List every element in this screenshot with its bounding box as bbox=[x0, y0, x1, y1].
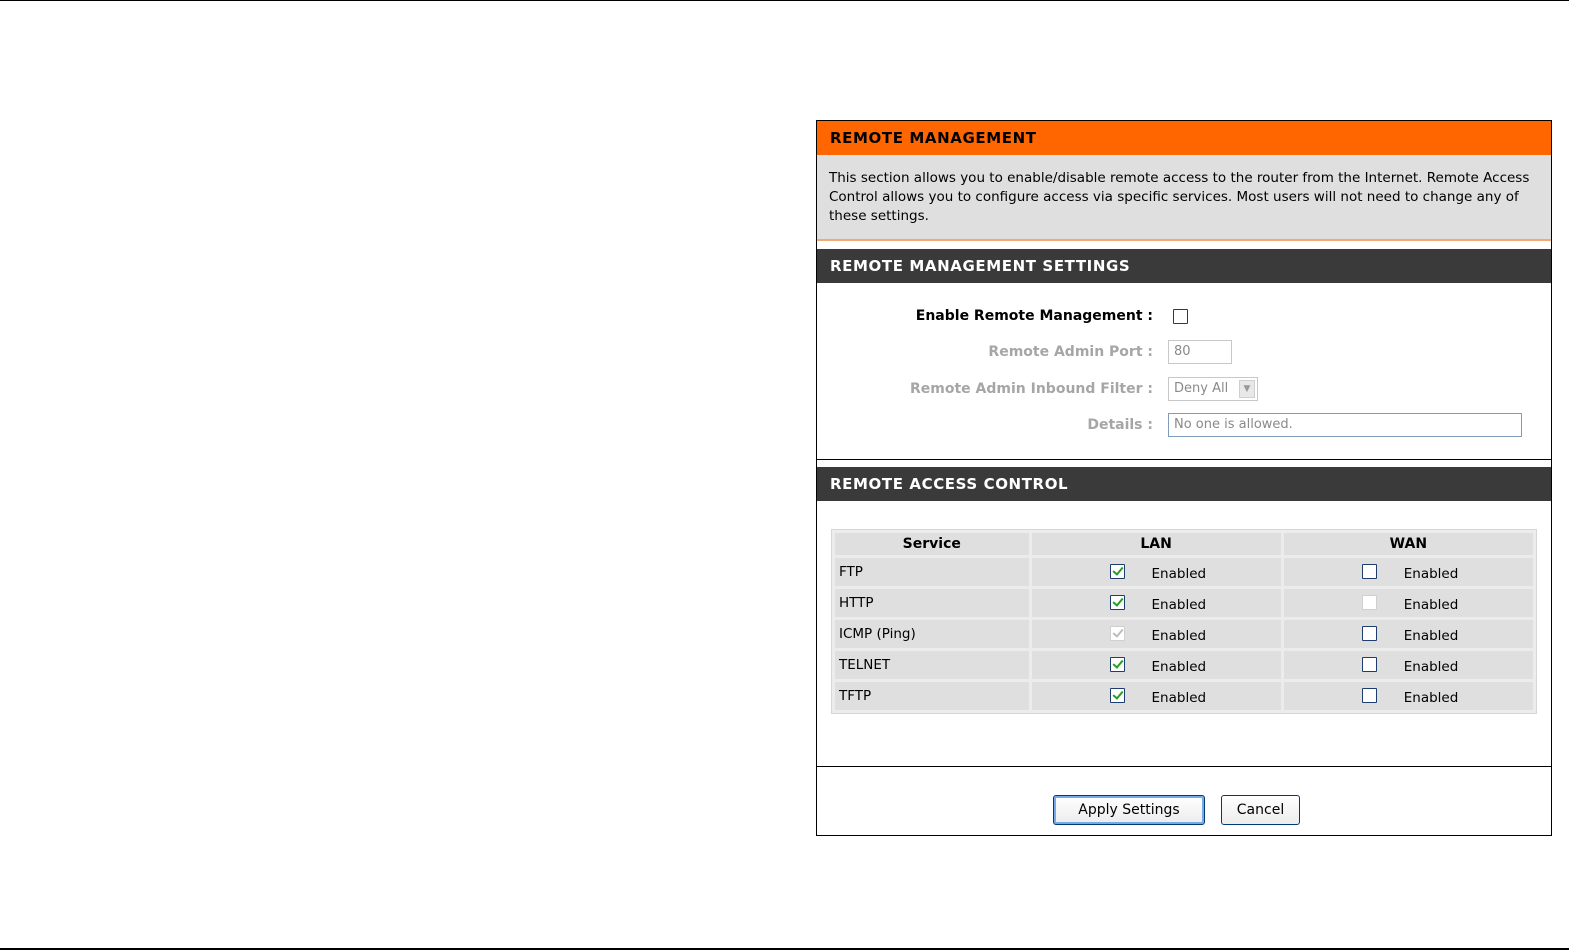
wan-enabled-label: Enabled bbox=[1403, 597, 1459, 613]
service-name: ICMP (Ping) bbox=[835, 620, 1029, 648]
apply-settings-button[interactable]: Apply Settings bbox=[1053, 795, 1205, 825]
remote-management-title: REMOTE MANAGEMENT bbox=[817, 121, 1551, 155]
service-name: TFTP bbox=[835, 682, 1029, 710]
remote-management-settings-body: Enable Remote Management : Remote Admin … bbox=[817, 285, 1551, 459]
remote-management-settings-title: REMOTE MANAGEMENT SETTINGS bbox=[817, 249, 1551, 283]
wan-enabled-label: Enabled bbox=[1403, 690, 1459, 706]
wan-enabled-checkbox[interactable] bbox=[1361, 564, 1377, 579]
table-header-row: Service LAN WAN bbox=[835, 533, 1533, 555]
details-field: No one is allowed. bbox=[1168, 413, 1522, 437]
service-name: FTP bbox=[835, 558, 1029, 586]
table-row: TELNET Enabled Enabled bbox=[835, 651, 1533, 679]
enable-remote-management-row: Enable Remote Management : bbox=[817, 303, 1551, 329]
cancel-button[interactable]: Cancel bbox=[1221, 795, 1300, 825]
wan-cell: Enabled bbox=[1283, 620, 1533, 648]
wan-enabled-label: Enabled bbox=[1403, 659, 1459, 675]
remote-management-panel: REMOTE MANAGEMENT This section allows yo… bbox=[816, 120, 1552, 836]
wan-enabled-checkbox[interactable] bbox=[1361, 657, 1377, 672]
lan-cell: Enabled bbox=[1031, 682, 1281, 710]
lan-cell: Enabled bbox=[1031, 651, 1281, 679]
inbound-filter-selected-value: Deny All bbox=[1174, 381, 1229, 396]
lan-enabled-label: Enabled bbox=[1151, 597, 1207, 613]
service-name: HTTP bbox=[835, 589, 1029, 617]
remote-admin-inbound-filter-row: Remote Admin Inbound Filter : Deny All ▼ bbox=[817, 376, 1551, 402]
remote-management-description: This section allows you to enable/disabl… bbox=[817, 155, 1551, 241]
remote-access-control-title: REMOTE ACCESS CONTROL bbox=[817, 467, 1551, 501]
wan-column-header: WAN bbox=[1283, 533, 1533, 555]
wan-enabled-checkbox[interactable] bbox=[1361, 626, 1377, 641]
lan-cell: Enabled bbox=[1031, 620, 1281, 648]
lan-enabled-label: Enabled bbox=[1151, 628, 1207, 644]
lan-enabled-checkbox bbox=[1109, 626, 1125, 641]
lan-cell: Enabled bbox=[1031, 558, 1281, 586]
table-row: FTP Enabled Enabled bbox=[835, 558, 1533, 586]
settings-separator bbox=[817, 459, 1551, 460]
chevron-down-icon[interactable]: ▼ bbox=[1239, 380, 1255, 398]
wan-enabled-label: Enabled bbox=[1403, 566, 1459, 582]
table-row: HTTP Enabled Enabled bbox=[835, 589, 1533, 617]
lan-enabled-label: Enabled bbox=[1151, 690, 1207, 706]
enable-remote-management-checkbox[interactable] bbox=[1173, 309, 1188, 324]
lan-enabled-checkbox[interactable] bbox=[1109, 688, 1125, 703]
remote-admin-inbound-filter-select[interactable]: Deny All ▼ bbox=[1168, 377, 1258, 401]
lan-enabled-checkbox[interactable] bbox=[1109, 564, 1125, 579]
enable-remote-management-label: Enable Remote Management : bbox=[915, 308, 1153, 324]
lan-enabled-label: Enabled bbox=[1151, 659, 1207, 675]
service-column-header: Service bbox=[835, 533, 1029, 555]
lan-column-header: LAN bbox=[1031, 533, 1281, 555]
bottom-rule bbox=[0, 948, 1569, 950]
remote-admin-port-label: Remote Admin Port : bbox=[988, 344, 1153, 360]
lan-enabled-checkbox[interactable] bbox=[1109, 657, 1125, 672]
wan-enabled-checkbox[interactable] bbox=[1361, 688, 1377, 703]
remote-access-control-table: Service LAN WAN FTP Enabled Enabled HTTP Ena… bbox=[831, 529, 1537, 714]
table-separator bbox=[817, 766, 1551, 767]
service-name: TELNET bbox=[835, 651, 1029, 679]
wan-enabled-label: Enabled bbox=[1403, 628, 1459, 644]
remote-admin-port-row: Remote Admin Port : 80 bbox=[817, 339, 1551, 365]
lan-cell: Enabled bbox=[1031, 589, 1281, 617]
remote-admin-inbound-filter-label: Remote Admin Inbound Filter : bbox=[910, 381, 1153, 397]
wan-cell: Enabled bbox=[1283, 682, 1533, 710]
details-row: Details : No one is allowed. bbox=[817, 412, 1551, 438]
remote-admin-port-input[interactable]: 80 bbox=[1168, 340, 1232, 364]
details-label: Details : bbox=[1087, 417, 1153, 433]
lan-enabled-label: Enabled bbox=[1151, 566, 1207, 582]
table-row: ICMP (Ping) Enabled Enabled bbox=[835, 620, 1533, 648]
top-rule bbox=[0, 0, 1569, 1]
table-row: TFTP Enabled Enabled bbox=[835, 682, 1533, 710]
wan-cell: Enabled bbox=[1283, 589, 1533, 617]
wan-cell: Enabled bbox=[1283, 651, 1533, 679]
lan-enabled-checkbox[interactable] bbox=[1109, 595, 1125, 610]
wan-enabled-checkbox bbox=[1361, 595, 1377, 610]
wan-cell: Enabled bbox=[1283, 558, 1533, 586]
